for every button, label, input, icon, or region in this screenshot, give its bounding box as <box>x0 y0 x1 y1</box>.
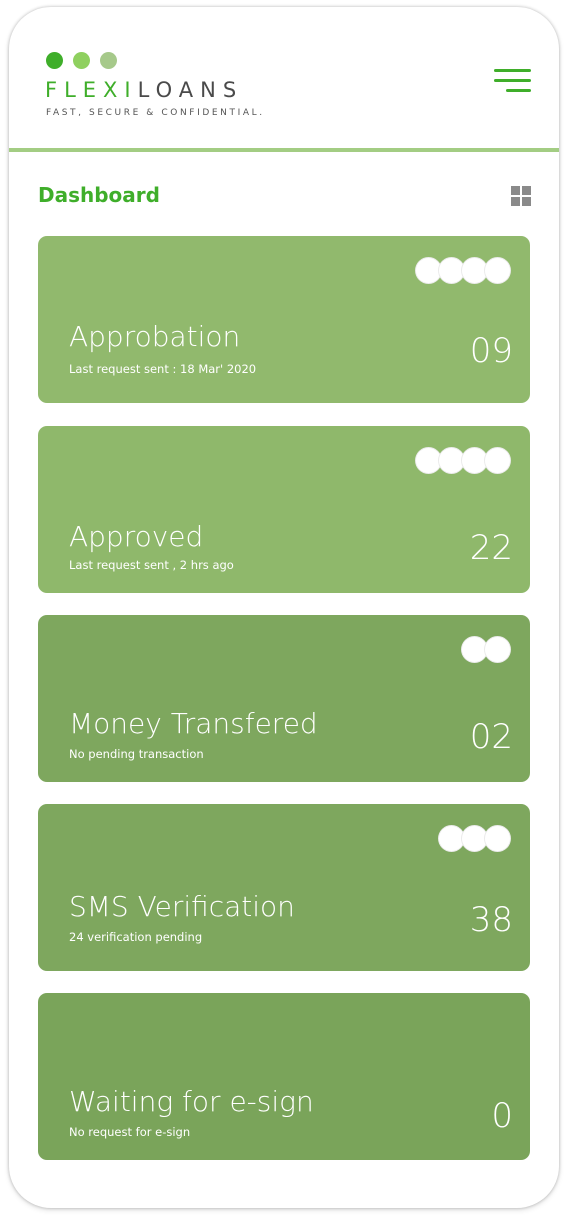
card-title: Waiting for e-sign <box>69 1085 314 1118</box>
menu-line <box>494 69 531 72</box>
card-count: 0 <box>491 1096 513 1136</box>
logo-wordmark: FLEXILOANS <box>45 77 243 103</box>
card-approbation[interactable]: Approbation Last request sent : 18 Mar' … <box>38 236 530 403</box>
avatar-stack <box>415 257 511 284</box>
card-title: SMS Verification <box>69 890 295 923</box>
card-count: 38 <box>469 900 513 940</box>
logo-word-dark: LOANS <box>137 78 244 102</box>
avatar-stack <box>461 636 511 663</box>
card-count: 22 <box>469 528 513 568</box>
card-subtitle: No pending transaction <box>69 747 204 761</box>
card-money-transfered[interactable]: Money Transfered No pending transaction … <box>38 615 530 782</box>
logo-dots <box>45 50 135 70</box>
app-header: FLEXILOANS FAST, SECURE & CONFIDENTIAL. <box>9 7 559 149</box>
avatar <box>484 257 511 284</box>
card-subtitle: Last request sent , 2 hrs ago <box>69 558 234 572</box>
card-title: Approved <box>69 520 204 553</box>
logo-word-green: FLEXI <box>45 78 138 102</box>
logo-dot <box>100 52 117 69</box>
card-approved[interactable]: Approved Last request sent , 2 hrs ago 2… <box>38 426 530 593</box>
grid-cell <box>511 197 520 206</box>
grid-cell <box>511 186 520 195</box>
avatar <box>484 825 511 852</box>
card-count: 09 <box>469 331 513 371</box>
card-title: Money Transfered <box>69 707 318 740</box>
grid-cell <box>522 186 531 195</box>
header-divider <box>9 148 559 152</box>
card-subtitle: 24 verification pending <box>69 930 203 944</box>
avatar-stack <box>415 447 511 474</box>
logo-tagline: FAST, SECURE & CONFIDENTIAL. <box>46 108 265 118</box>
avatar <box>484 636 511 663</box>
hamburger-menu-icon[interactable] <box>489 63 533 97</box>
card-title: Approbation <box>69 320 241 353</box>
page-title: Dashboard <box>38 183 160 207</box>
card-count: 02 <box>469 717 513 757</box>
card-subtitle: No request for e-sign <box>69 1125 191 1139</box>
logo-dot <box>46 52 63 69</box>
phone-frame: FLEXILOANS FAST, SECURE & CONFIDENTIAL. … <box>9 7 559 1208</box>
menu-line <box>494 79 531 82</box>
card-waiting-for-e-sign[interactable]: Waiting for e-sign No request for e-sign… <box>38 993 530 1160</box>
logo-dot <box>73 52 90 69</box>
avatar-stack <box>438 825 511 852</box>
card-subtitle: Last request sent : 18 Mar' 2020 <box>69 362 257 376</box>
avatar <box>484 447 511 474</box>
card-sms-verification[interactable]: SMS Verification 24 verification pending… <box>38 804 530 971</box>
menu-line <box>506 89 531 92</box>
grid-cell <box>522 197 531 206</box>
grid-view-icon[interactable] <box>511 186 531 206</box>
